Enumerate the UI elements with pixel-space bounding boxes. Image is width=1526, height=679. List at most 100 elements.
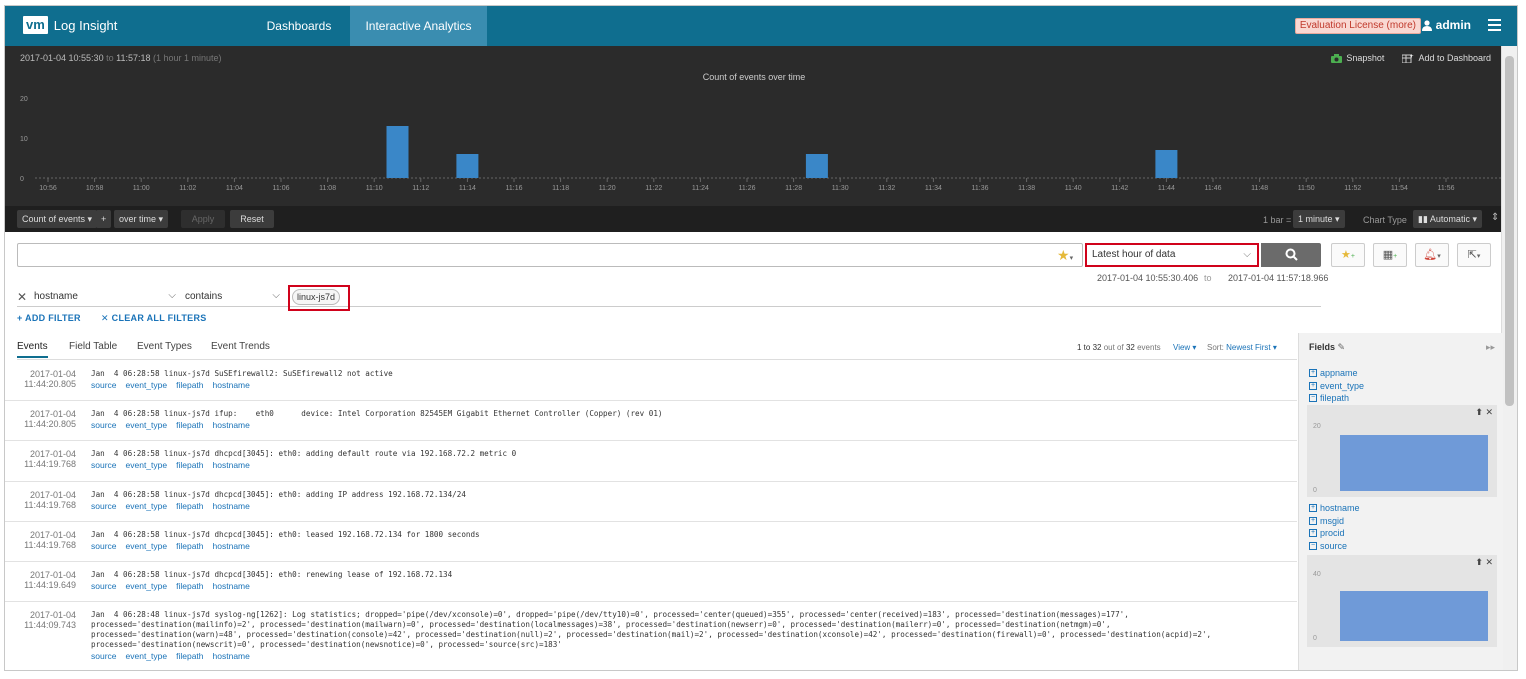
chart-bar[interactable] [456,154,479,178]
event-tag-source[interactable]: source [91,541,117,551]
event-tag-filepath[interactable]: filepath [176,460,203,470]
event-tag-hostname[interactable]: hostname [213,541,250,551]
expand-icon[interactable]: + [1309,516,1317,525]
event-tag-event-type[interactable]: event_type [126,460,168,470]
event-tag-source[interactable]: source [91,420,117,430]
event-tag-source[interactable]: source [91,581,117,591]
event-tag-event-type[interactable]: event_type [126,501,168,511]
remove-filter-icon[interactable]: ✕ [17,290,27,304]
event-row[interactable]: 2017-01-04 11:44:19.768 Jan 4 06:28:58 lin… [5,441,1297,482]
chart-bar[interactable] [1155,150,1178,178]
sort-select[interactable]: Sort: Newest First ▾ [1207,343,1277,352]
favorites-add-icon[interactable]: ★+ [1331,243,1365,267]
event-tag-hostname[interactable]: hostname [213,651,250,661]
search-input[interactable] [17,243,1083,267]
field-item-procid[interactable]: + procid [1309,528,1345,538]
events-over-time-chart[interactable]: 0 10 20 10:56 10:58 11:00 11:02 11:04 11:06 11:08… [5,86,1503,206]
pencil-icon[interactable]: ✎ [1338,342,1346,352]
event-row[interactable]: 2017-01-04 11:44:19.649 Jan 4 06:28:58 lin… [5,562,1297,602]
field-item-msgid[interactable]: + msgid [1309,516,1344,526]
favorite-star-icon[interactable]: ★▾ [1057,247,1073,264]
user-menu[interactable]: admin [1421,18,1471,32]
event-tag-hostname[interactable]: hostname [213,501,250,511]
event-tag-source[interactable]: source [91,380,117,390]
tab-event-trends[interactable]: Event Trends [211,341,270,356]
field-chart-filepath[interactable]: ⬆ ✕ 20 0 [1307,405,1497,497]
tab-dashboards[interactable]: Dashboards [248,6,350,46]
search-button[interactable] [1261,243,1321,267]
reset-button[interactable]: Reset [230,210,274,228]
event-tag-event-type[interactable]: event_type [126,420,168,430]
tab-field-table[interactable]: Field Table [69,341,117,356]
field-item-appname[interactable]: + appname [1309,368,1358,378]
chart-bar[interactable] [386,126,409,178]
event-row[interactable]: 2017-01-04 11:44:19.768 Jan 4 06:28:58 lin… [5,482,1297,522]
event-row[interactable]: 2017-01-04 11:44:09.743 Jan 4 06:28:48 lin… [5,602,1297,670]
apply-button[interactable]: Apply [181,210,225,228]
event-tag-filepath[interactable]: filepath [176,420,203,430]
clear-all-filters-button[interactable]: ✕ CLEAR ALL FILTERS [101,313,207,324]
menu-icon[interactable] [1488,19,1501,31]
expand-icon[interactable]: + [1309,529,1317,538]
event-tag-source[interactable]: source [91,651,117,661]
field-chart-bar[interactable] [1340,591,1488,641]
event-tag-filepath[interactable]: filepath [176,380,203,390]
event-tag-event-type[interactable]: event_type [126,651,168,661]
event-tag-source[interactable]: source [91,460,117,470]
expand-icon[interactable]: + [1309,369,1317,377]
filter-operator-select[interactable]: contains ⌵ [185,290,280,302]
scrollbar-thumb[interactable] [1505,56,1514,406]
tab-interactive-analytics[interactable]: Interactive Analytics [350,6,487,46]
chart-bar[interactable] [805,154,828,178]
view-select[interactable]: View ▾ [1173,343,1196,352]
table-add-icon[interactable]: ▦+ [1373,243,1407,267]
event-row[interactable]: 2017-01-04 11:44:20.805 Jan 4 06:28:58 lin… [5,361,1297,401]
filter-field-select[interactable]: hostname ⌵ [34,290,184,302]
field-item-filepath[interactable]: − filepath [1309,393,1349,403]
expand-icon[interactable]: + [1309,504,1317,512]
bar-size-select[interactable]: 1 minute ▾ [1293,210,1345,228]
event-row[interactable]: 2017-01-04 11:44:20.805 Jan 4 06:28:58 lin… [5,401,1297,441]
add-to-dashboard-button[interactable]: + Add to Dashboard [1402,53,1491,63]
tab-events[interactable]: Events [17,341,48,358]
event-tag-filepath[interactable]: filepath [176,501,203,511]
group-select[interactable]: over time ▾ [114,210,169,228]
license-badge[interactable]: Evaluation License (more) [1294,18,1421,34]
collapse-icon[interactable]: − [1309,394,1317,403]
add-filter-button[interactable]: + ADD FILTER [17,313,81,323]
collapse-icon[interactable]: − [1309,541,1317,550]
event-tag-filepath[interactable]: filepath [176,581,203,591]
field-item-hostname[interactable]: + hostname [1309,503,1360,513]
event-tag-hostname[interactable]: hostname [213,460,250,470]
event-tag-event-type[interactable]: event_type [126,380,168,390]
chart-type-select[interactable]: ▮▮ Automatic ▾ [1413,210,1482,228]
field-item-source[interactable]: − source [1309,541,1347,551]
filter-value-chip[interactable]: linux-js7d [292,289,341,305]
snapshot-button[interactable]: Snapshot [1331,53,1384,63]
field-chart-controls[interactable]: ⬆ ✕ [1475,407,1493,418]
event-tag-filepath[interactable]: filepath [176,651,203,661]
page-scrollbar[interactable] [1501,46,1517,670]
metric-select[interactable]: Count of events ▾ [17,210,98,228]
event-tag-event-type[interactable]: event_type [126,581,168,591]
collapse-panel-icon[interactable]: ▸▸ [1486,342,1495,353]
brand[interactable]: vm Log Insight [23,16,117,34]
field-chart-source[interactable]: ⬆ ✕ 40 0 [1307,555,1497,647]
add-metric-button[interactable]: + [96,210,112,228]
event-tag-hostname[interactable]: hostname [213,581,250,591]
export-icon[interactable]: ⇱▾ [1457,243,1491,267]
collapse-chart-icon[interactable]: ⇕ [1491,212,1499,223]
event-tag-hostname[interactable]: hostname [213,380,250,390]
event-tag-event-type[interactable]: event_type [126,541,168,551]
field-chart-controls[interactable]: ⬆ ✕ [1475,557,1493,568]
tab-event-types[interactable]: Event Types [137,341,192,356]
alert-bell-icon[interactable]: 🔔︎▾ [1415,243,1449,267]
event-row[interactable]: 2017-01-04 11:44:19.768 Jan 4 06:28:58 lin… [5,522,1297,562]
field-item-event-type[interactable]: + event_type [1309,381,1364,391]
event-tag-source[interactable]: source [91,501,117,511]
event-tag-filepath[interactable]: filepath [176,541,203,551]
event-tag-hostname[interactable]: hostname [213,420,250,430]
expand-icon[interactable]: + [1309,381,1317,390]
field-chart-bar[interactable] [1340,435,1488,491]
time-range-select[interactable]: Latest hour of data ⌵ [1085,243,1259,267]
